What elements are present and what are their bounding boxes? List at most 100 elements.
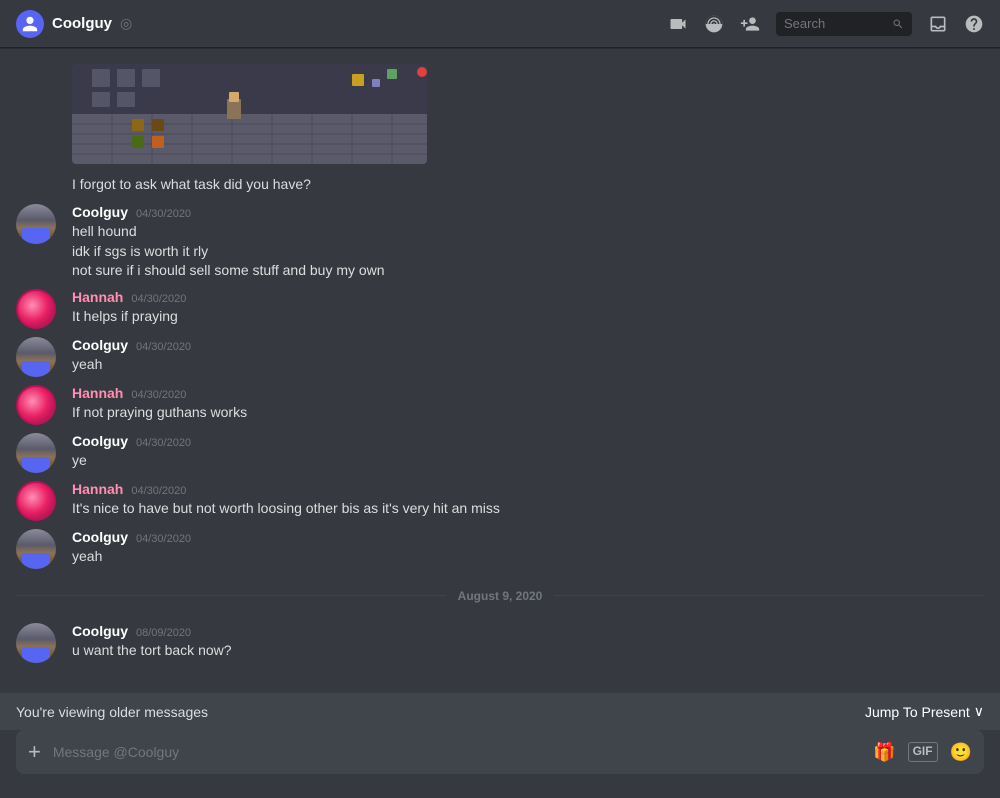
message-text-2: It helps if praying xyxy=(72,307,928,327)
search-icon xyxy=(892,17,904,31)
avatar-image-2 xyxy=(16,337,56,377)
avatar-hannah-3 xyxy=(16,481,56,521)
message-text-1b: idk if sgs is worth it rly xyxy=(72,242,928,262)
jump-to-present-label: Jump To Present xyxy=(865,704,970,720)
search-bar[interactable] xyxy=(776,12,912,36)
help-icon[interactable] xyxy=(964,14,984,34)
message-content-2: Hannah 04/30/2020 It helps if praying xyxy=(72,289,928,329)
message-text-4: If not praying guthans works xyxy=(72,403,928,423)
message-header-6: Hannah 04/30/2020 xyxy=(72,481,928,497)
message-input[interactable] xyxy=(53,744,861,760)
avatar-coolguy-2 xyxy=(16,337,56,377)
game-screenshot xyxy=(72,64,427,164)
message-content-3: Coolguy 04/30/2020 yeah xyxy=(72,337,928,377)
videocall-icon[interactable] xyxy=(668,14,688,34)
message-header-1: Coolguy 04/30/2020 xyxy=(72,204,928,220)
message-header-8: Coolguy 08/09/2020 xyxy=(72,623,928,639)
avatar-body-2 xyxy=(22,361,50,377)
message-text-7: yeah xyxy=(72,547,928,567)
date-divider-text: August 9, 2020 xyxy=(458,589,543,603)
inbox-icon[interactable] xyxy=(928,14,948,34)
message-group-4: Hannah 04/30/2020 If not praying guthans… xyxy=(0,381,1000,429)
message-content-4: Hannah 04/30/2020 If not praying guthans… xyxy=(72,385,928,425)
message-header-4: Hannah 04/30/2020 xyxy=(72,385,928,401)
username-hannah-1[interactable]: Hannah xyxy=(72,289,123,305)
message-group-7: Coolguy 04/30/2020 yeah 🙂 ↩ ⋯ xyxy=(0,525,1000,573)
timestamp-3: 04/30/2020 xyxy=(136,341,191,353)
timestamp-2: 04/30/2020 xyxy=(131,293,186,305)
older-messages-banner: You're viewing older messages Jump To Pr… xyxy=(0,693,1000,730)
call-icon[interactable] xyxy=(704,14,724,34)
message-group: Coolguy 04/30/2020 hell hound idk if sgs… xyxy=(0,200,1000,285)
input-right-icons: 🎁 GIF 🙂 xyxy=(873,742,972,763)
message-group-2: Hannah 04/30/2020 It helps if praying 🙂 … xyxy=(0,285,1000,333)
message-content-5: Coolguy 04/30/2020 ye xyxy=(72,433,928,473)
game-image-container xyxy=(0,64,1000,172)
avatar-coolguy-5 xyxy=(16,623,56,663)
jump-chevron-icon: ∨ xyxy=(974,703,984,720)
divider-line-right xyxy=(554,595,984,596)
avatar-body xyxy=(22,228,50,244)
avatar-coolguy-4 xyxy=(16,529,56,569)
header-left: Coolguy ◎ xyxy=(16,10,668,38)
message-content-1: Coolguy 04/30/2020 hell hound idk if sgs… xyxy=(72,204,928,281)
message-text-3: yeah xyxy=(72,355,928,375)
message-input-box: + 🎁 GIF 🙂 xyxy=(16,730,984,774)
message-text-1a: hell hound xyxy=(72,222,928,242)
divider-line-left xyxy=(16,595,446,596)
dm-avatar-icon xyxy=(16,10,44,38)
message-group-8: Coolguy 08/09/2020 u want the tort back … xyxy=(0,619,1000,667)
avatar-body-4 xyxy=(22,553,50,569)
chat-area: I forgot to ask what task did you have? … xyxy=(0,48,1000,693)
username-hannah-2[interactable]: Hannah xyxy=(72,385,123,401)
avatar-coolguy-3 xyxy=(16,433,56,473)
message-header-3: Coolguy 04/30/2020 xyxy=(72,337,928,353)
avatar-body-5 xyxy=(22,647,50,663)
message-content-7: Coolguy 04/30/2020 yeah xyxy=(72,529,928,569)
message-header-5: Coolguy 04/30/2020 xyxy=(72,433,928,449)
message-content-8: Coolguy 08/09/2020 u want the tort back … xyxy=(72,623,928,663)
timestamp-4: 04/30/2020 xyxy=(131,389,186,401)
gif-button[interactable]: GIF xyxy=(908,742,938,762)
avatar-image-4 xyxy=(16,529,56,569)
username-coolguy-5[interactable]: Coolguy xyxy=(72,623,128,639)
timestamp-7: 04/30/2020 xyxy=(136,533,191,545)
timestamp-8: 08/09/2020 xyxy=(136,627,191,639)
gift-icon[interactable]: 🎁 xyxy=(873,742,895,763)
date-divider: August 9, 2020 xyxy=(0,573,1000,619)
timestamp-6: 04/30/2020 xyxy=(131,485,186,497)
message-header-2: Hannah 04/30/2020 xyxy=(72,289,928,305)
avatar-hannah-1 xyxy=(16,289,56,329)
older-messages-text: You're viewing older messages xyxy=(16,704,208,720)
message-content-6: Hannah 04/30/2020 It's nice to have but … xyxy=(72,481,928,521)
message-text-8: u want the tort back now? xyxy=(72,641,928,661)
username-coolguy-4[interactable]: Coolguy xyxy=(72,529,128,545)
username-coolguy-3[interactable]: Coolguy xyxy=(72,433,128,449)
status-icon: ◎ xyxy=(120,15,132,32)
username-hannah-3[interactable]: Hannah xyxy=(72,481,123,497)
channel-title: Coolguy xyxy=(52,15,112,32)
message-input-area: + 🎁 GIF 🙂 xyxy=(0,730,1000,798)
avatar-image-3 xyxy=(16,433,56,473)
avatar-image-5 xyxy=(16,623,56,663)
message-text-6: It's nice to have but not worth loosing … xyxy=(72,499,928,519)
add-attachment-button[interactable]: + xyxy=(28,739,41,765)
timestamp-5: 04/30/2020 xyxy=(136,437,191,449)
username-coolguy-1[interactable]: Coolguy xyxy=(72,204,128,220)
username-coolguy-2[interactable]: Coolguy xyxy=(72,337,128,353)
forgotten-message: I forgot to ask what task did you have? xyxy=(0,172,1000,200)
avatar-coolguy-1 xyxy=(16,204,56,244)
avatar-body-3 xyxy=(22,457,50,473)
avatar-image xyxy=(16,204,56,244)
game-screenshot-svg xyxy=(72,64,427,164)
message-group-3: Coolguy 04/30/2020 yeah 🙂 ↩ ⋯ xyxy=(0,333,1000,381)
emoji-icon[interactable]: 🙂 xyxy=(950,742,972,763)
message-group-6: Hannah 04/30/2020 It's nice to have but … xyxy=(0,477,1000,525)
jump-to-present-button[interactable]: Jump To Present ∨ xyxy=(865,703,984,720)
add-friend-icon[interactable] xyxy=(740,14,760,34)
message-group-5: Coolguy 04/30/2020 ye 🙂 ↩ ⋯ xyxy=(0,429,1000,477)
header: Coolguy ◎ xyxy=(0,0,1000,48)
avatar-hannah-2 xyxy=(16,385,56,425)
timestamp-1: 04/30/2020 xyxy=(136,208,191,220)
search-input[interactable] xyxy=(784,16,886,31)
